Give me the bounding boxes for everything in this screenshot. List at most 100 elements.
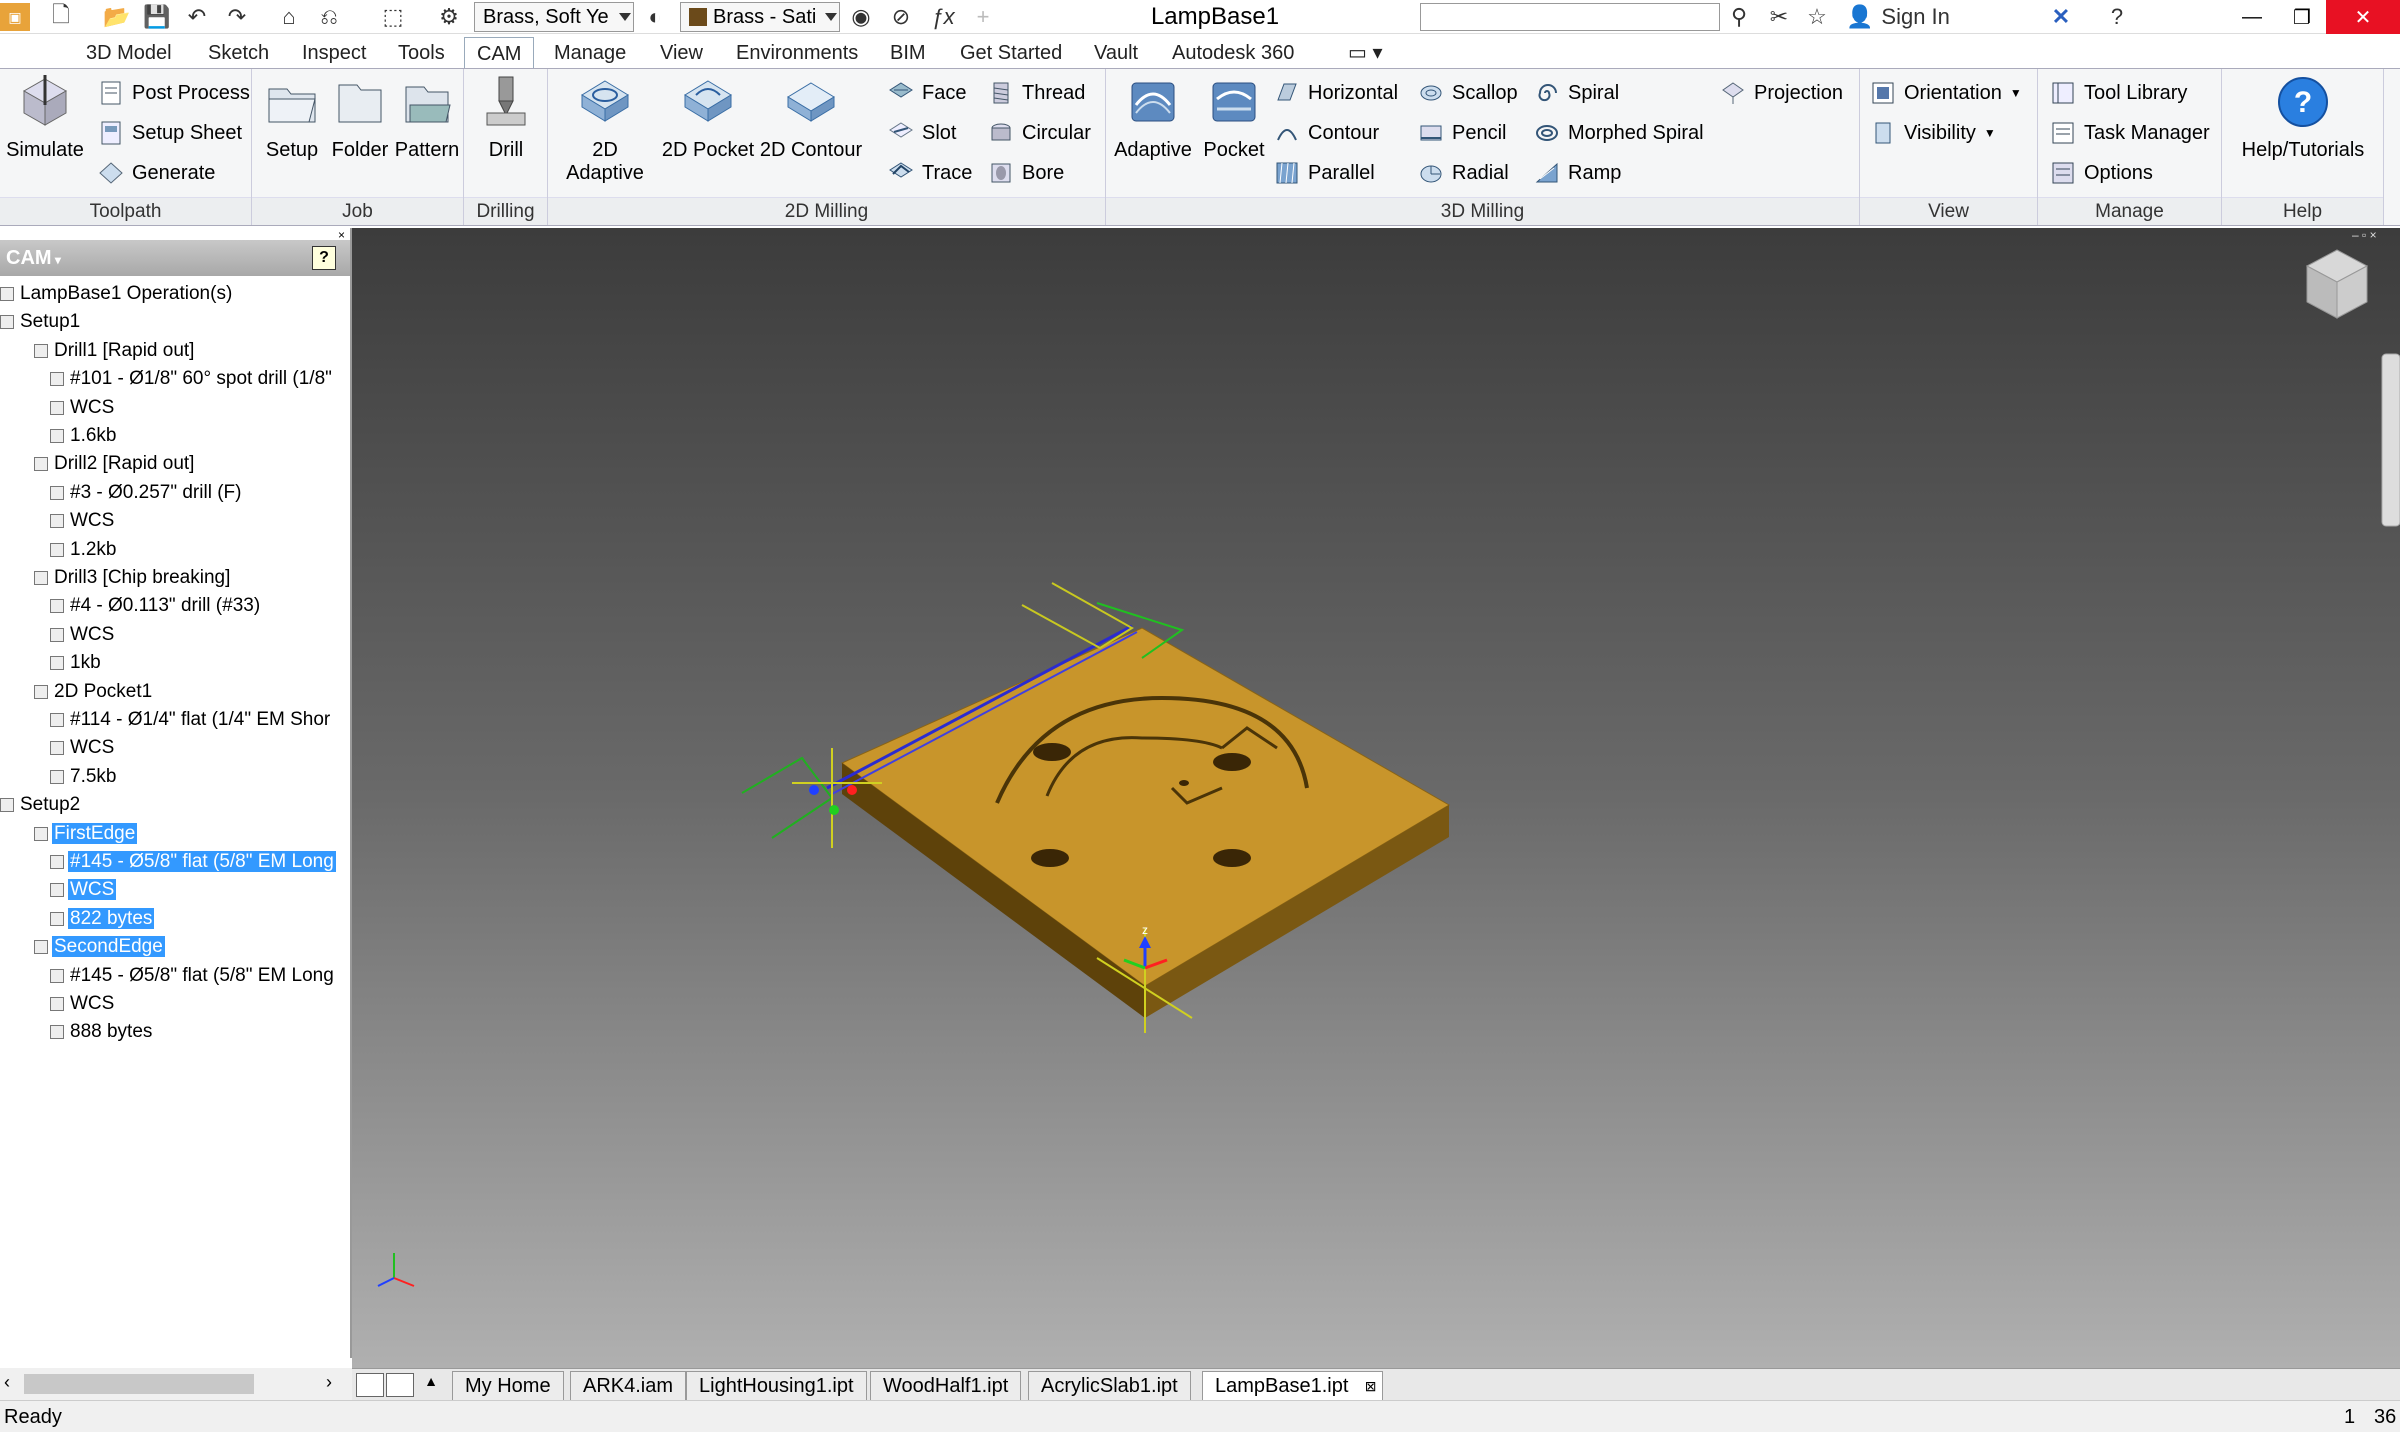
tree-item[interactable]: WCS: [0, 394, 350, 422]
fx-icon[interactable]: ƒx: [926, 3, 960, 31]
tree-item[interactable]: #4 - Ø0.113" drill (#33): [0, 592, 350, 620]
tab-sketch[interactable]: Sketch: [196, 37, 281, 69]
tab-environments[interactable]: Environments: [724, 37, 870, 69]
options-button[interactable]: Options: [2050, 155, 2153, 191]
tab-vault[interactable]: Vault: [1082, 37, 1150, 69]
visibility-button[interactable]: Visibility ▼: [1870, 115, 1996, 151]
browser-header[interactable]: CAM ▾ ?: [0, 240, 350, 276]
tree-item[interactable]: #3 - Ø0.257" drill (F): [0, 479, 350, 507]
doc-tab-woodhalf1[interactable]: WoodHalf1.ipt: [870, 1371, 1022, 1401]
redo-icon[interactable]: ↷: [220, 3, 254, 31]
tree-item[interactable]: WCS: [0, 734, 350, 762]
help-icon[interactable]: ?: [2100, 3, 2134, 31]
tab-bim[interactable]: BIM: [878, 37, 938, 69]
graphics-viewport[interactable]: z – ▫ ×: [352, 228, 2400, 1368]
new-icon[interactable]: 🗋: [44, 2, 78, 31]
tree-item[interactable]: FirstEdge: [0, 820, 350, 848]
tree-item[interactable]: 1kb: [0, 649, 350, 677]
thread-button[interactable]: Thread: [988, 75, 1085, 111]
save-icon[interactable]: 💾: [140, 3, 174, 31]
help-tutorials-button[interactable]: ? Help/Tutorials: [2228, 75, 2378, 162]
search-icon[interactable]: ⚲: [1724, 3, 1754, 31]
sign-in-button[interactable]: 👤 Sign In: [1846, 3, 2026, 31]
setup-button[interactable]: Setup: [258, 75, 326, 162]
orientation-button[interactable]: Orientation ▼: [1870, 75, 2022, 111]
2d-adaptive-button[interactable]: 2D Adaptive: [552, 75, 658, 185]
ribbon-display-toggle[interactable]: ▭ ▾: [1336, 37, 1395, 69]
scroll-thumb[interactable]: [24, 1374, 254, 1394]
parallel-button[interactable]: Parallel: [1274, 155, 1375, 191]
task-manager-button[interactable]: Task Manager: [2050, 115, 2210, 151]
drill-button[interactable]: Drill: [472, 75, 540, 162]
doc-tab-acrylicslab1[interactable]: AcrylicSlab1.ipt: [1028, 1371, 1191, 1401]
search-input[interactable]: [1420, 3, 1720, 31]
material-select[interactable]: Brass, Soft Ye: [474, 2, 634, 32]
pocket-button[interactable]: Pocket: [1196, 75, 1272, 162]
tree-item[interactable]: #114 - Ø1/4" flat (1/4" EM Shor: [0, 706, 350, 734]
trace-button[interactable]: Trace: [888, 155, 972, 191]
tree-item[interactable]: 1.6kb: [0, 422, 350, 450]
tree-item[interactable]: LampBase1 Operation(s): [0, 280, 350, 308]
tree-item[interactable]: #145 - Ø5/8" flat (5/8" EM Long: [0, 848, 350, 876]
slot-button[interactable]: Slot: [888, 115, 956, 151]
doc-tab-lampbase1[interactable]: LampBase1.ipt ⊠: [1202, 1371, 1384, 1401]
adaptive-button[interactable]: Adaptive: [1110, 75, 1196, 162]
tree-item[interactable]: Setup2: [0, 791, 350, 819]
tree-item[interactable]: 1.2kb: [0, 536, 350, 564]
generate-button[interactable]: Generate: [98, 155, 215, 191]
navigation-bar[interactable]: [2381, 353, 2400, 527]
favorites-icon[interactable]: ☆: [1802, 3, 1832, 31]
post-process-button[interactable]: Post Process: [98, 75, 250, 111]
contour-button[interactable]: Contour: [1274, 115, 1379, 151]
horizontal-button[interactable]: Horizontal: [1274, 75, 1398, 111]
2d-pocket-button[interactable]: 2D Pocket: [658, 75, 758, 162]
morphed-spiral-button[interactable]: Morphed Spiral: [1534, 115, 1704, 151]
minimize-button[interactable]: —: [2226, 0, 2278, 34]
tree-item[interactable]: Setup1: [0, 308, 350, 336]
tab-cam[interactable]: CAM: [464, 37, 535, 69]
tab-autodesk-360[interactable]: Autodesk 360: [1160, 37, 1306, 69]
radial-button[interactable]: Radial: [1418, 155, 1509, 191]
tile-windows-icon[interactable]: [356, 1373, 384, 1397]
appearance-select[interactable]: Brass - Sati: [680, 2, 840, 32]
tree-item[interactable]: 7.5kb: [0, 763, 350, 791]
tree-item[interactable]: WCS: [0, 990, 350, 1018]
exchange-icon[interactable]: ✕: [2044, 3, 2078, 31]
tab-3d-model[interactable]: 3D Model: [74, 37, 184, 69]
doc-tab-lighthousing1[interactable]: LightHousing1.ipt: [686, 1371, 867, 1401]
tab-get-started[interactable]: Get Started: [948, 37, 1074, 69]
update-icon[interactable]: ⚙: [432, 3, 466, 31]
clear-appearance-icon[interactable]: ⊘: [886, 3, 916, 31]
browser-help-icon[interactable]: ?: [312, 246, 336, 270]
add-icon[interactable]: +: [966, 3, 1000, 31]
open-icon[interactable]: 📂: [100, 3, 134, 31]
setup-sheet-button[interactable]: Setup Sheet: [98, 115, 242, 151]
tab-close-icon[interactable]: ⊠: [1365, 1372, 1377, 1400]
tab-tools[interactable]: Tools: [386, 37, 457, 69]
home-icon[interactable]: ⌂: [272, 3, 306, 31]
appearance-color-icon[interactable]: ◐: [640, 3, 670, 31]
tree-item[interactable]: 822 bytes: [0, 905, 350, 933]
tool-library-button[interactable]: Tool Library: [2050, 75, 2187, 111]
tab-view[interactable]: View: [648, 37, 715, 69]
tab-manage[interactable]: Manage: [542, 37, 638, 69]
tree-item[interactable]: WCS: [0, 621, 350, 649]
doc-tab-my-home[interactable]: My Home: [452, 1371, 564, 1401]
tab-menu-icon[interactable]: ▲: [418, 1373, 444, 1397]
cascade-windows-icon[interactable]: [386, 1373, 414, 1397]
adjust-icon[interactable]: ◉: [846, 3, 876, 31]
doc-tab-ark4[interactable]: ARK4.iam: [570, 1371, 687, 1401]
tree-item[interactable]: #101 - Ø1/8" 60° spot drill (1/8": [0, 365, 350, 393]
close-button[interactable]: ✕: [2326, 0, 2400, 34]
face-button[interactable]: Face: [888, 75, 966, 111]
circular-button[interactable]: Circular: [988, 115, 1091, 151]
tree-item[interactable]: Drill3 [Chip breaking]: [0, 564, 350, 592]
spiral-button[interactable]: Spiral: [1534, 75, 1619, 111]
tree-item[interactable]: Drill1 [Rapid out]: [0, 337, 350, 365]
tree-item[interactable]: #145 - Ø5/8" flat (5/8" EM Long: [0, 962, 350, 990]
bore-button[interactable]: Bore: [988, 155, 1064, 191]
pattern-button[interactable]: Pattern: [390, 75, 464, 162]
restore-button[interactable]: ❐: [2276, 0, 2328, 34]
tree-item[interactable]: 2D Pocket1: [0, 678, 350, 706]
pencil-button[interactable]: Pencil: [1418, 115, 1506, 151]
